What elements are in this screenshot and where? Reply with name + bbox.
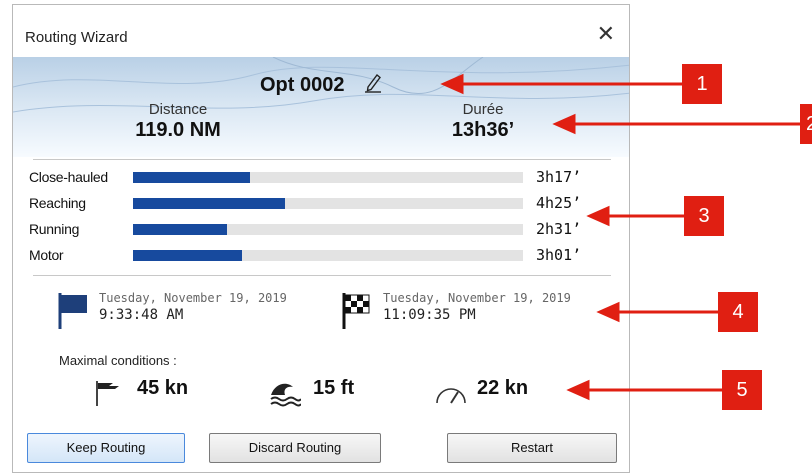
callout-4: 4	[718, 292, 758, 332]
callout-1: 1	[682, 64, 722, 104]
callout-2: 2	[800, 104, 812, 144]
callout-5: 5	[722, 370, 762, 410]
callout-3: 3	[684, 196, 724, 236]
